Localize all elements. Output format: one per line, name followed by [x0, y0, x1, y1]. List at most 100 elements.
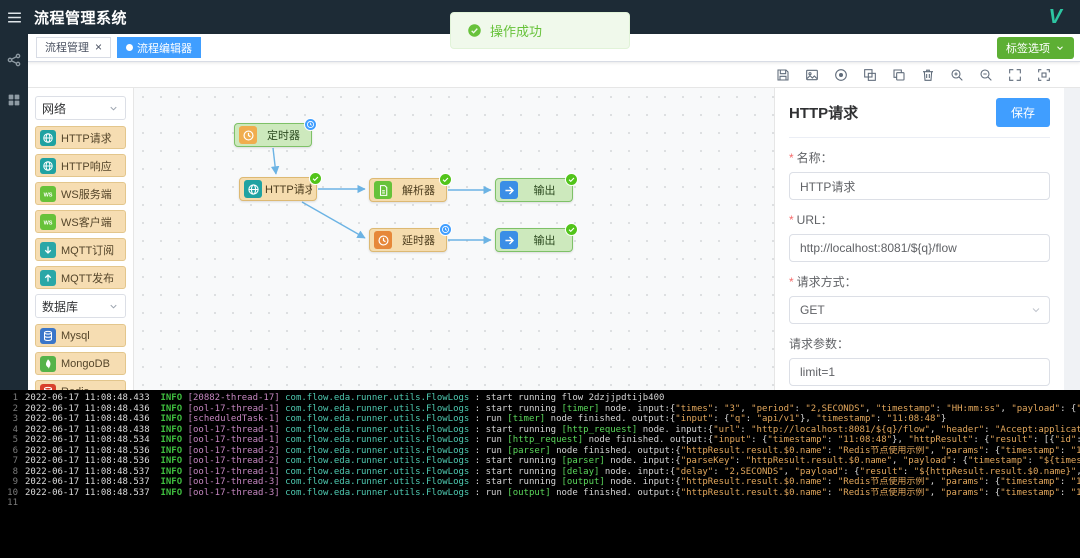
node-label: 定时器 [267, 130, 300, 142]
flow-share-icon[interactable] [6, 52, 22, 68]
palette-item-WS服务端[interactable]: WS WS服务端 [35, 182, 126, 205]
tab-流程编辑器[interactable]: 流程编辑器 [117, 37, 202, 59]
palette-section-label: 数据库 [42, 299, 79, 314]
palette-item-label: Mysql [61, 329, 90, 342]
palette-item-MQTT发布[interactable]: MQTT发布 [35, 266, 126, 289]
palette-item-MQTT订阅[interactable]: MQTT订阅 [35, 238, 126, 261]
node-pending-badge [304, 118, 317, 131]
save-icon[interactable] [775, 67, 791, 83]
palette-item-label: HTTP响应 [61, 160, 112, 173]
log-console: 1 2022-06-17 11:08:48.433 INFO [20882-thr… [0, 390, 1080, 558]
flow-node-output1[interactable]: 输出 [495, 173, 578, 202]
clock-icon [239, 126, 257, 144]
palette-section-网络[interactable]: 网络 [35, 96, 126, 120]
properties-fields: *名称：*URL：*请求方式：请求参数：请求内容： [789, 149, 1050, 390]
tab-流程管理[interactable]: 流程管理 × [36, 36, 112, 58]
properties-title: HTTP请求 [789, 105, 859, 122]
fullscreen-icon[interactable] [1007, 67, 1023, 83]
brand-logo: V [1048, 5, 1062, 28]
line-number: 4 [12, 424, 18, 435]
toast-text: 操作成功 [490, 24, 543, 39]
log-line: 2 2022-06-17 11:08:48.436 INFO [ool-17-th… [0, 404, 1080, 415]
required-asterisk: * [789, 213, 794, 227]
palette-item-label: WS服务端 [61, 188, 112, 201]
field-label: URL： [796, 213, 833, 227]
node-success-badge [565, 173, 578, 186]
name-field[interactable] [789, 172, 1050, 200]
database-icon [40, 327, 56, 344]
scroll-gutter [1064, 88, 1080, 390]
line-number: 6 [12, 445, 18, 456]
palette-item-label: MQTT订阅 [61, 244, 115, 257]
palette-item-label: HTTP请求 [61, 132, 112, 145]
log-line: 4 2022-06-17 11:08:48.438 INFO [ool-17-th… [0, 425, 1080, 436]
palette-item-Redis[interactable]: Redis [35, 380, 126, 390]
palette-item-label: Redis [61, 386, 89, 391]
line-number: 7 [12, 456, 18, 466]
palette-item-HTTP响应[interactable]: HTTP响应 [35, 154, 126, 177]
svg-text:WS: WS [44, 220, 53, 226]
tab-label: 流程编辑器 [137, 42, 193, 55]
image-icon[interactable] [804, 67, 820, 83]
menu-grid-icon[interactable] [6, 92, 22, 108]
save-button[interactable]: 保存 [995, 98, 1050, 127]
flow-node-output2[interactable]: 输出 [495, 223, 578, 252]
ws-icon: WS [40, 185, 56, 202]
flow-node-delay[interactable]: 延时器 [369, 223, 452, 252]
copy-icon[interactable] [891, 67, 907, 83]
palette-item-label: MongoDB [61, 357, 110, 370]
svg-text:WS: WS [44, 192, 53, 198]
record-icon[interactable] [833, 67, 849, 83]
arrow-up-icon [40, 269, 56, 286]
flow-node-timer[interactable]: 定时器 [234, 118, 317, 147]
palette-item-HTTP请求[interactable]: HTTP请求 [35, 126, 126, 149]
flow-node-parser[interactable]: 解析器 [369, 173, 452, 202]
zoom-out-icon[interactable] [978, 67, 994, 83]
check-circle-icon [467, 23, 482, 38]
ws-icon: WS [40, 213, 56, 230]
globe-icon [40, 129, 56, 146]
log-line: 7 2022-06-17 11:08:48.536 INFO [ool-17-th… [0, 456, 1080, 467]
url-field[interactable] [789, 234, 1050, 262]
zoom-in-icon[interactable] [949, 67, 965, 83]
log-line: 11 [0, 498, 1080, 509]
left-sidebar [0, 34, 28, 390]
database-icon [40, 383, 56, 390]
hamburger-icon[interactable] [0, 9, 28, 26]
flow-node-http_request[interactable]: HTTP请求 [239, 172, 322, 201]
method-select[interactable] [789, 296, 1050, 324]
palette-item-MongoDB[interactable]: MongoDB [35, 352, 126, 375]
node-pending-badge [439, 223, 452, 236]
delete-icon[interactable] [920, 67, 936, 83]
palette-item-Mysql[interactable]: Mysql [35, 324, 126, 347]
line-number: 11 [7, 498, 18, 508]
log-line: 8 2022-06-17 11:08:48.537 INFO [ool-17-th… [0, 467, 1080, 478]
globe-icon [244, 180, 262, 198]
params-field[interactable] [789, 358, 1050, 386]
required-asterisk: * [789, 151, 794, 165]
node-label: 输出 [533, 185, 556, 197]
doc-icon [374, 181, 392, 199]
clock-icon [374, 231, 392, 249]
line-number: 2 [12, 403, 18, 414]
globe-icon [40, 157, 56, 174]
fit-view-icon[interactable] [1036, 67, 1052, 83]
active-tab-dot [126, 44, 134, 52]
arrow-right-icon [500, 231, 518, 249]
required-asterisk: * [789, 275, 794, 289]
palette-item-WS客户端[interactable]: WS WS客户端 [35, 210, 126, 233]
node-success-badge [565, 223, 578, 236]
flow-canvas[interactable]: 定时器 HTTP请求 解析器 输出 延时器 输出 [134, 88, 774, 390]
close-tab-icon[interactable]: × [95, 41, 102, 53]
node-label: 解析器 [402, 185, 435, 197]
chevron-down-icon [108, 301, 119, 312]
line-number: 3 [12, 414, 18, 424]
flow-edges [270, 147, 492, 245]
line-number: 5 [12, 435, 18, 445]
success-toast: 操作成功 [450, 12, 630, 49]
palette-section-数据库[interactable]: 数据库 [35, 294, 126, 318]
group-icon[interactable] [862, 67, 878, 83]
tag-options-button[interactable]: 标签选项 [997, 37, 1074, 59]
canvas-toolbar [28, 62, 1080, 88]
arrow-down-icon [40, 241, 56, 258]
